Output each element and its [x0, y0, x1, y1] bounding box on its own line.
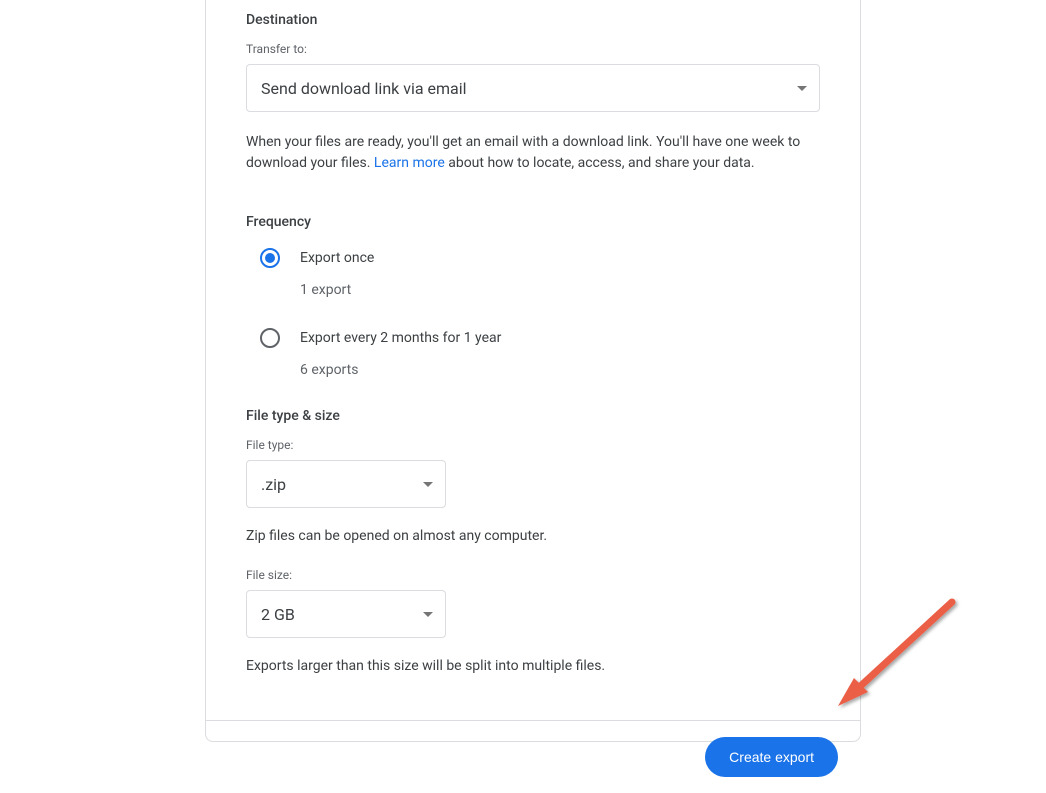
- filesize-value: 2 GB: [261, 605, 295, 624]
- radio-unselected-icon: [260, 328, 280, 348]
- destination-help-text: When your files are ready, you'll get an…: [246, 132, 820, 174]
- transfer-to-label: Transfer to:: [246, 42, 820, 56]
- transfer-to-dropdown[interactable]: Send download link via email: [246, 64, 820, 112]
- filetype-label: File type:: [246, 438, 820, 452]
- caret-down-icon: [423, 612, 433, 617]
- filetype-help: Zip files can be opened on almost any co…: [246, 528, 820, 544]
- radio-selected-icon: [260, 248, 280, 268]
- frequency-once-sub: 1 export: [300, 282, 374, 298]
- destination-header: Destination: [246, 12, 820, 28]
- learn-more-link[interactable]: Learn more: [374, 155, 445, 171]
- filetype-value: .zip: [261, 475, 286, 494]
- frequency-header: Frequency: [246, 214, 820, 230]
- create-export-button[interactable]: Create export: [705, 737, 838, 777]
- export-settings-card: Destination Transfer to: Send download l…: [205, 0, 861, 742]
- filetype-header: File type & size: [246, 408, 820, 424]
- frequency-radio-group: Export once 1 export Export every 2 mont…: [260, 248, 820, 378]
- card-content: Destination Transfer to: Send download l…: [206, 0, 860, 720]
- frequency-bimonthly-label: Export every 2 months for 1 year: [300, 328, 501, 348]
- transfer-to-value: Send download link via email: [261, 79, 467, 98]
- frequency-option-once[interactable]: Export once 1 export: [260, 248, 820, 298]
- filetype-dropdown[interactable]: .zip: [246, 460, 446, 508]
- frequency-option-bimonthly[interactable]: Export every 2 months for 1 year 6 expor…: [260, 328, 820, 378]
- frequency-bimonthly-sub: 6 exports: [300, 362, 501, 378]
- filesize-label: File size:: [246, 568, 820, 582]
- frequency-once-label: Export once: [300, 248, 374, 268]
- caret-down-icon: [423, 482, 433, 487]
- filesize-dropdown[interactable]: 2 GB: [246, 590, 446, 638]
- destination-help-after: about how to locate, access, and share y…: [445, 155, 755, 171]
- card-footer: Create export: [206, 720, 860, 793]
- caret-down-icon: [797, 86, 807, 91]
- filesize-help: Exports larger than this size will be sp…: [246, 658, 820, 674]
